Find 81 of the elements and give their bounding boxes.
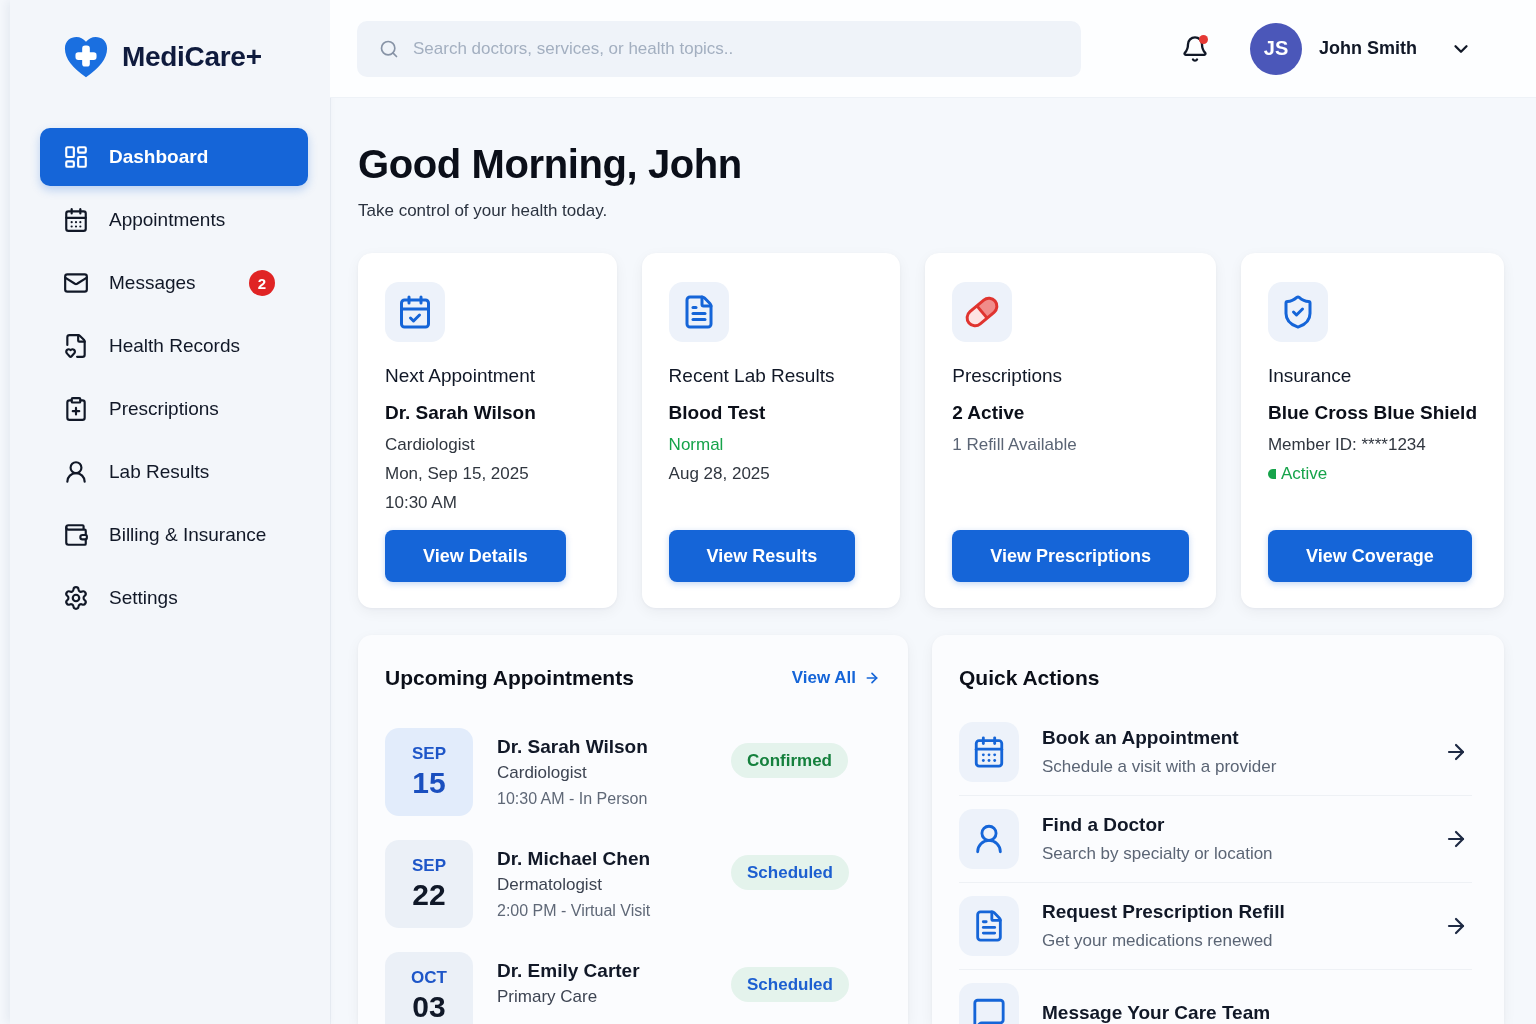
clipboard-icon <box>63 396 89 422</box>
card-detail: Member ID: ****1234 <box>1267 434 1426 456</box>
nav-item[interactable]: Settings <box>40 569 308 627</box>
calendar-icon <box>959 722 1019 782</box>
date-month: OCT <box>411 968 447 988</box>
nav-item[interactable]: Billing & Insurance <box>40 506 308 564</box>
brand-name: MediCare+ <box>122 41 262 73</box>
view-all-link[interactable]: View All <box>791 668 880 688</box>
arrow-right-icon <box>864 670 880 686</box>
status-text: Active <box>1280 463 1328 485</box>
card-detail: Aug 28, 2025 <box>668 463 770 485</box>
date-month: SEP <box>412 744 446 764</box>
doctor-specialty: Cardiologist <box>497 762 587 784</box>
nav-item[interactable]: Messages 2 <box>40 254 308 312</box>
panel-title: Upcoming Appointments <box>385 665 634 691</box>
person-icon <box>959 809 1019 869</box>
card-detail: 10:30 AM <box>385 492 457 514</box>
card-headline: Blue Cross Blue Shield <box>1267 401 1477 425</box>
wallet-icon <box>63 522 89 548</box>
card-headline: 2 Active <box>952 401 1026 425</box>
date-day: 03 <box>412 990 446 1024</box>
card-title: Prescriptions <box>952 364 1064 388</box>
card-title: Insurance <box>1267 364 1353 388</box>
date-day: 22 <box>412 878 446 912</box>
action-title[interactable]: Find a Doctor <box>1042 812 1165 837</box>
action-description: Get your medications renewed <box>1042 929 1273 952</box>
card-action-button[interactable]: View Coverage <box>1267 530 1472 582</box>
panel-title: Quick Actions <box>959 665 1100 691</box>
card-action-button[interactable]: View Results <box>668 530 856 582</box>
document-icon <box>959 896 1019 956</box>
action-title[interactable]: Book an Appointment <box>1042 725 1239 750</box>
nav-item[interactable]: Lab Results <box>40 443 308 501</box>
date-day: 15 <box>412 766 446 800</box>
card-detail: Cardiologist <box>385 434 475 456</box>
card-detail: 1 Refill Available <box>952 434 1077 456</box>
card-title: Recent Lab Results <box>668 364 836 388</box>
card-headline: Blood Test <box>668 401 767 425</box>
user-name: John Smith <box>1319 38 1417 59</box>
date-month: SEP <box>412 856 446 876</box>
nav-item[interactable]: Appointments <box>40 191 308 249</box>
status-tag: Scheduled <box>731 967 849 1002</box>
appointment-time: 2:00 PM - Virtual Visit <box>497 901 651 921</box>
nav-item[interactable]: Health Records <box>40 317 308 375</box>
nav-item[interactable]: Prescriptions <box>40 380 308 438</box>
doctor-specialty: Dermatologist <box>497 874 602 896</box>
action-title[interactable]: Message Your Care Team <box>1042 1001 1271 1024</box>
greeting-title: Good Morning, John <box>358 141 743 188</box>
nav-item[interactable]: Dashboard <box>40 128 308 186</box>
search-field[interactable]: Search doctors, services, or health topics.. <box>357 20 1081 77</box>
action-title[interactable]: Request Prescription Refill <box>1042 899 1285 924</box>
bell-icon[interactable] <box>1181 34 1209 63</box>
doctor-name: Dr. Michael Chen <box>497 847 651 871</box>
pill-icon <box>952 282 1013 342</box>
status-tag: Confirmed <box>731 743 848 778</box>
count-badge: 2 <box>249 270 275 296</box>
doctor-specialty: Primary Care <box>497 986 598 1008</box>
settings-icon <box>63 585 89 611</box>
status-tag: Scheduled <box>731 855 849 890</box>
card-headline: Dr. Sarah Wilson <box>385 401 537 425</box>
doctor-name: Dr. Emily Carter <box>497 959 640 983</box>
action-description: Schedule a visit with a provider <box>1042 755 1277 778</box>
doctor-name: Dr. Sarah Wilson <box>497 735 648 759</box>
heart-logo-icon <box>63 34 109 80</box>
document-icon <box>668 282 729 342</box>
search-icon <box>379 38 399 59</box>
action-description: Search by specialty or location <box>1042 842 1273 865</box>
calendar-icon <box>63 207 89 233</box>
calendar-icon <box>385 282 445 342</box>
appointment-time: 10:30 AM - In Person <box>497 789 648 809</box>
person-icon <box>63 459 89 485</box>
card-action-button[interactable]: View Prescriptions <box>952 530 1189 582</box>
document-icon <box>63 333 89 359</box>
user-avatar[interactable]: JS <box>1250 22 1302 75</box>
card-detail: Mon, Sep 15, 2025 <box>385 463 529 485</box>
greeting-subtitle: Take control of your health today. <box>358 200 609 222</box>
status-text: Normal <box>668 434 724 456</box>
dashboard-icon <box>63 144 89 170</box>
shield-check-icon <box>1267 282 1328 342</box>
mail-icon <box>63 270 89 296</box>
card-action-button[interactable]: View Details <box>385 530 566 582</box>
card-title: Next Appointment <box>385 364 536 388</box>
